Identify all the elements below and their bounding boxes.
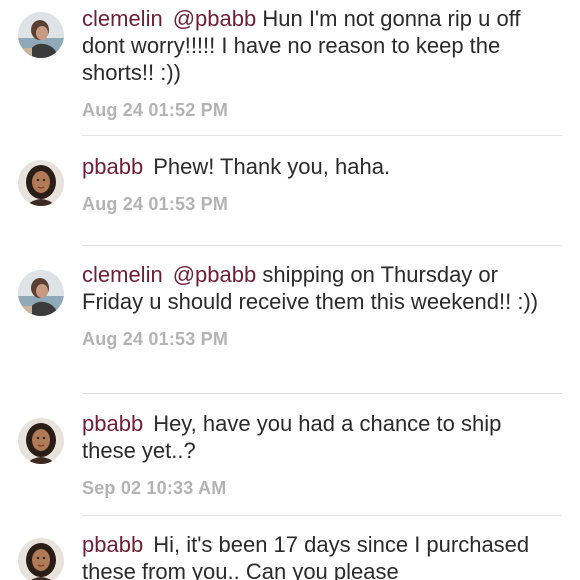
avatar-clemelin-image	[18, 12, 64, 58]
comment-username[interactable]: pbabb	[82, 532, 143, 557]
comment-text-block: clemelin @pbabb Hun I'm not gonna rip u o…	[82, 5, 552, 86]
comment-text: Phew! Thank you, haha.	[153, 154, 391, 179]
comment-text-block: pbabb Hey, have you had a chance to ship …	[82, 410, 552, 464]
comment-text: Hi, it's been 17 days since I purchased …	[82, 532, 530, 580]
comment-text-block: clemelin @pbabb shipping on Thursday or F…	[82, 261, 552, 315]
comment-body: pbabb Hey, have you had a chance to ship …	[82, 410, 552, 499]
comment-text-block: pbabb Phew! Thank you, haha.	[82, 153, 552, 180]
comment-thread: clemelin @pbabb Hun I'm not gonna rip u o…	[0, 0, 580, 580]
divider	[82, 245, 562, 246]
comment-body: pbabb Phew! Thank you, haha. Aug 24 01:53…	[82, 153, 552, 215]
comment-mention[interactable]: @pbabb	[173, 262, 257, 287]
divider	[82, 393, 562, 394]
comment-timestamp: Aug 24 01:52 PM	[82, 100, 229, 120]
comment-username[interactable]: pbabb	[82, 411, 143, 436]
avatar[interactable]	[18, 418, 64, 464]
comment-mention[interactable]: @pbabb	[173, 6, 257, 31]
avatar-clemelin-image	[18, 270, 64, 316]
comment-timestamp: Sep 02 10:33 AM	[82, 478, 227, 498]
comment-username[interactable]: clemelin	[82, 6, 163, 31]
avatar[interactable]	[18, 538, 64, 580]
comment-username[interactable]: clemelin	[82, 262, 163, 287]
avatar[interactable]	[18, 270, 64, 316]
comment-timestamp: Aug 24 01:53 PM	[82, 194, 229, 214]
avatar[interactable]	[18, 160, 64, 206]
avatar-pbabb-image	[18, 160, 64, 206]
avatar[interactable]	[18, 12, 64, 58]
divider	[82, 135, 562, 136]
comment-text: Hey, have you had a chance to ship these…	[82, 411, 502, 463]
divider	[82, 515, 562, 516]
avatar-pbabb-image	[18, 418, 64, 464]
comment-body: clemelin @pbabb Hun I'm not gonna rip u o…	[82, 5, 552, 121]
comment-username[interactable]: pbabb	[82, 154, 143, 179]
comment-timestamp: Aug 24 01:53 PM	[82, 329, 229, 349]
avatar-pbabb-image	[18, 538, 64, 580]
comment-body: clemelin @pbabb shipping on Thursday or F…	[82, 261, 552, 350]
comment-body: pbabb Hi, it's been 17 days since I purch…	[82, 531, 552, 580]
comment-text-block: pbabb Hi, it's been 17 days since I purch…	[82, 531, 552, 580]
